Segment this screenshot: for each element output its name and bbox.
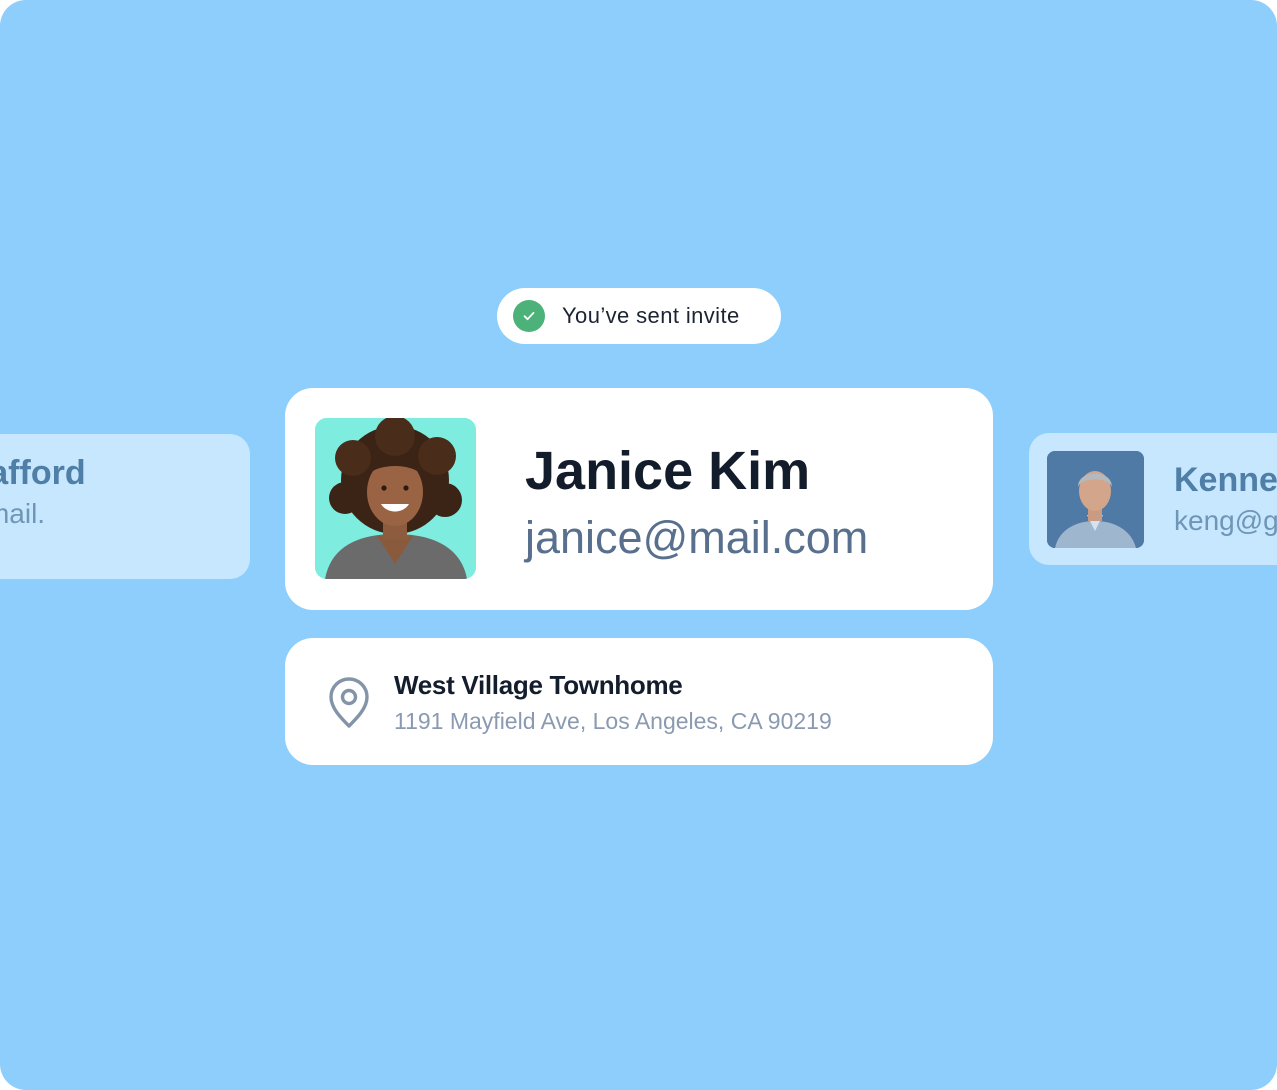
property-address: 1191 Mayfield Ave, Los Angeles, CA 90219 <box>394 708 832 734</box>
toast-message: You’ve sent invite <box>562 303 740 328</box>
contact-name: Kennet <box>1174 461 1277 499</box>
property-title: West Village Townhome <box>394 670 683 700</box>
contact-name: Janice Kim <box>525 441 811 501</box>
avatar <box>315 418 476 579</box>
contact-name: ke Stafford <box>0 454 86 492</box>
contact-email: keng@g <box>1174 505 1277 536</box>
contact-card-left[interactable]: ke Stafford fford@mail. <box>0 434 250 579</box>
check-icon <box>513 300 545 332</box>
invite-canvas: ke Stafford fford@mail. Kennet keng@g Yo… <box>0 0 1277 1090</box>
contact-card-selected[interactable]: Janice Kim janice@mail.com <box>285 388 993 610</box>
invite-sent-toast: You’ve sent invite <box>497 288 781 344</box>
contact-email: janice@mail.com <box>525 512 869 563</box>
contact-card-right[interactable]: Kennet keng@g <box>1029 433 1277 565</box>
contact-email: fford@mail. <box>0 498 46 529</box>
avatar <box>1047 451 1144 548</box>
property-card[interactable]: West Village Townhome 1191 Mayfield Ave,… <box>285 638 993 765</box>
location-pin-icon <box>327 676 371 730</box>
